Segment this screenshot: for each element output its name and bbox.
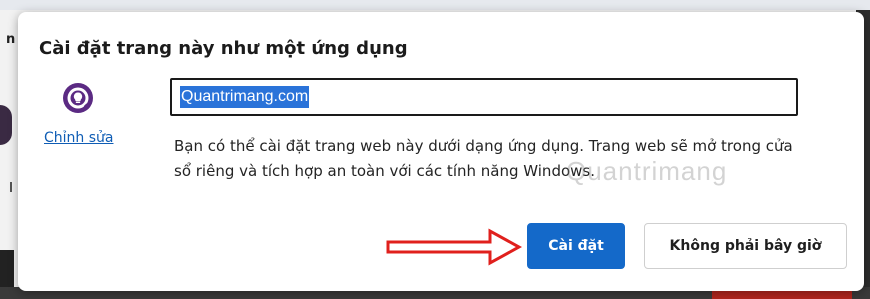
watermark: Quantrimang bbox=[566, 156, 728, 186]
background-dark-shape bbox=[0, 105, 12, 145]
app-name-input[interactable]: Quantrimang.com bbox=[170, 78, 798, 116]
quantrimang-logo-icon bbox=[63, 83, 93, 113]
app-name-value: Quantrimang.com bbox=[180, 86, 310, 108]
red-arrow-right-icon bbox=[386, 228, 522, 266]
dialog-title: Cài đặt trang này như một ứng dụng bbox=[39, 38, 408, 59]
background-tick bbox=[10, 182, 12, 192]
install-app-dialog: Cài đặt trang này như một ứng dụng Chỉnh… bbox=[18, 12, 864, 291]
edit-link[interactable]: Chỉnh sửa bbox=[44, 130, 113, 146]
background-top-strip bbox=[0, 0, 870, 10]
background-letter: n bbox=[6, 32, 16, 47]
install-button[interactable]: Cài đặt bbox=[527, 223, 625, 269]
not-now-button[interactable]: Không phải bây giờ bbox=[644, 223, 847, 269]
